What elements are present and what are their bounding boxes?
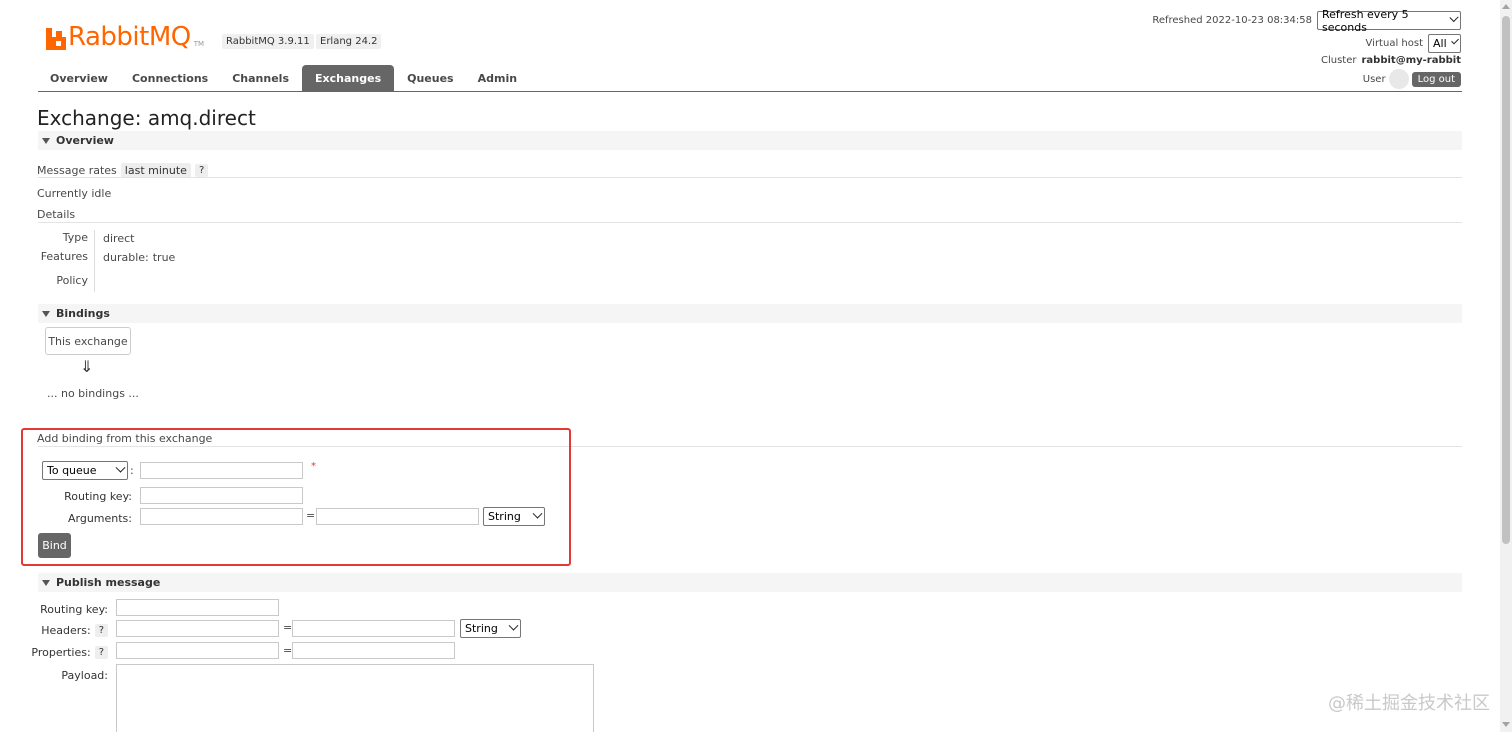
no-bindings-text: ... no bindings ... (47, 387, 139, 400)
vhost-select[interactable]: All (1428, 34, 1461, 53)
this-exchange-box: This exchange (45, 327, 131, 355)
scroll-down-icon[interactable] (1502, 722, 1510, 727)
tab-connections[interactable]: Connections (132, 65, 208, 91)
erlang-version: Erlang 24.2 (316, 34, 382, 49)
tab-channels[interactable]: Channels (232, 65, 289, 91)
bindings-section-toggle[interactable]: Bindings (38, 304, 1462, 323)
divider (38, 222, 1462, 223)
header-type-select[interactable]: String (460, 619, 521, 638)
help-button[interactable]: ? (194, 164, 209, 177)
publish-section-title: Publish message (56, 576, 161, 589)
publish-section-toggle[interactable]: Publish message (38, 573, 1462, 592)
property-value-input[interactable] (292, 642, 455, 659)
tab-queues[interactable]: Queues (407, 65, 453, 91)
message-rates-label: Message rates (37, 164, 117, 177)
watermark: @稀土掘金技术社区 (1328, 693, 1490, 714)
chevron-down-icon (1449, 12, 1459, 23)
rabbitmq-logo-icon (46, 28, 66, 50)
type-label: Type (62, 231, 88, 244)
bindings-section-title: Bindings (56, 307, 110, 320)
main-nav: Overview Connections Channels Exchanges … (38, 65, 1462, 92)
properties-help-button[interactable]: ? (94, 646, 108, 659)
tab-exchanges[interactable]: Exchanges (302, 65, 395, 91)
publish-routing-key-input[interactable] (116, 599, 279, 616)
chevron-down-icon (1450, 36, 1459, 45)
properties-label: Properties: (31, 646, 91, 659)
refresh-row: Refreshed 2022-10-23 08:34:58 Refresh ev… (1152, 8, 1461, 34)
publish-routing-key-label: Routing key: (40, 603, 108, 616)
tab-overview[interactable]: Overview (50, 65, 108, 91)
payload-textarea[interactable] (116, 664, 594, 732)
details-label: Details (37, 208, 76, 221)
rabbitmq-version: RabbitMQ 3.9.11 (222, 34, 314, 49)
collapse-triangle-icon (42, 137, 50, 144)
logo-text: RabbitMQ (68, 22, 191, 52)
collapse-triangle-icon (42, 579, 50, 586)
cluster-name: rabbit@my-rabbit (1361, 55, 1462, 66)
overview-section-toggle[interactable]: Overview (38, 131, 1462, 150)
details-divider (94, 230, 95, 292)
header-key-input[interactable] (116, 620, 279, 637)
headers-help-button[interactable]: ? (94, 624, 108, 637)
equals-sign: = (283, 644, 293, 657)
properties-label-row: Properties: ? (30, 646, 108, 659)
collapse-triangle-icon (42, 310, 50, 317)
scroll-up-icon[interactable] (1502, 4, 1510, 9)
type-value: direct (103, 232, 135, 245)
highlight-box (21, 428, 571, 566)
message-rates-row: Message rates last minute ? (37, 163, 209, 178)
durable-value: true (152, 251, 176, 264)
cluster-label: Cluster (1321, 55, 1357, 66)
down-arrow-icon: ⇓ (80, 357, 94, 376)
property-key-input[interactable] (116, 642, 279, 659)
vhost-label: Virtual host (1365, 38, 1423, 49)
message-rates-range[interactable]: last minute (120, 163, 191, 178)
payload-label: Payload: (61, 669, 108, 682)
policy-label: Policy (56, 274, 88, 287)
overview-section-title: Overview (56, 134, 114, 147)
header-value-input[interactable] (292, 620, 455, 637)
tab-admin[interactable]: Admin (478, 65, 517, 91)
divider (38, 177, 1462, 178)
equals-sign: = (283, 621, 293, 634)
features-value: durable: true (103, 251, 175, 264)
scrollbar-thumb[interactable] (1502, 16, 1510, 544)
rabbitmq-logo[interactable]: RabbitMQ TM (46, 18, 204, 50)
refreshed-timestamp: Refreshed 2022-10-23 08:34:58 (1152, 15, 1312, 26)
headers-label-row: Headers: ? (30, 624, 108, 637)
headers-label: Headers: (41, 624, 91, 637)
logo-trademark: TM (193, 40, 205, 48)
page-title: Exchange: amq.direct (37, 106, 256, 130)
vhost-row: Virtual host All (1366, 34, 1461, 53)
durable-key: durable: (103, 251, 149, 264)
refresh-interval-select[interactable]: Refresh every 5 seconds (1317, 8, 1461, 34)
cluster-row: Cluster rabbit@my-rabbit (1321, 55, 1461, 66)
features-label: Features (40, 250, 88, 263)
chevron-down-icon (508, 620, 519, 631)
idle-status: Currently idle (37, 187, 112, 200)
